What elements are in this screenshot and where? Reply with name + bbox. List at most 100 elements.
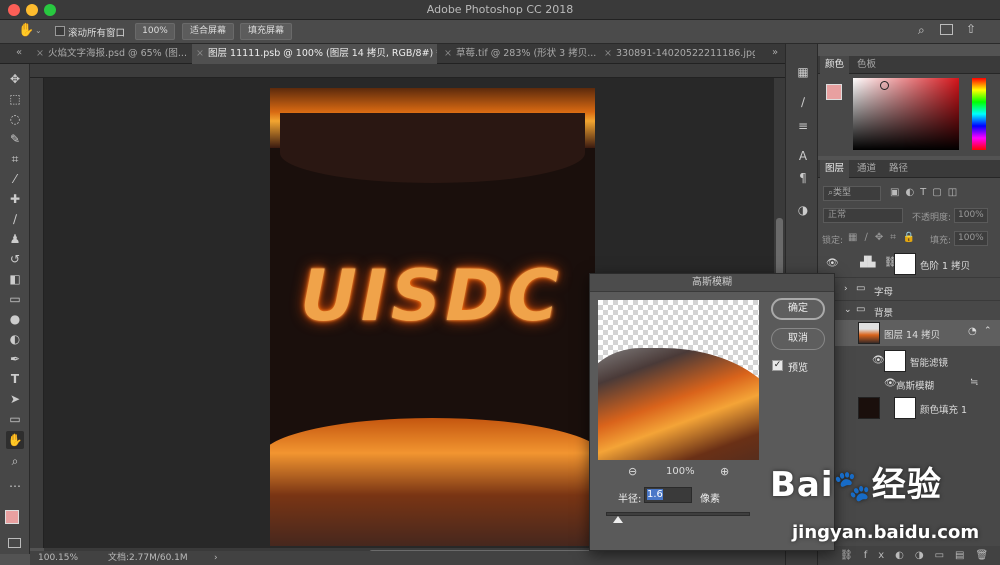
- close-tab-icon[interactable]: ×: [604, 44, 612, 64]
- layer-name: 背景: [874, 308, 894, 319]
- gaussian-blur-filter-row[interactable]: 👁 高斯模糊 ≒: [818, 375, 1000, 393]
- ok-button[interactable]: 确定: [771, 298, 825, 320]
- workspace-icon[interactable]: [940, 24, 953, 35]
- preview-label: 预览: [788, 363, 808, 374]
- layer-row-layer14-copy[interactable]: 图层 14 拷贝 ◔ ⌃: [818, 320, 1000, 346]
- tab-channels[interactable]: 通道: [852, 160, 881, 178]
- blend-mode-select[interactable]: 正常: [823, 208, 903, 223]
- adjustments-icon[interactable]: ≡: [794, 118, 812, 134]
- collapse-arrow-icon[interactable]: ⌃: [984, 326, 992, 336]
- history-panel-icon[interactable]: ▦: [794, 64, 812, 80]
- cancel-button[interactable]: 取消: [771, 328, 825, 350]
- zoom-tool-icon[interactable]: ⌕: [6, 452, 24, 470]
- eye-icon[interactable]: 👁: [872, 355, 885, 366]
- quick-mask-icon[interactable]: [8, 538, 21, 548]
- paragraph-panel-icon[interactable]: ¶: [794, 170, 812, 186]
- type-tool-icon[interactable]: T: [6, 370, 24, 388]
- brush-tool-icon[interactable]: ∕: [6, 210, 24, 228]
- eraser-tool-icon[interactable]: ◧: [6, 270, 24, 288]
- hand-tool-icon[interactable]: ✋: [6, 431, 24, 449]
- pen-tool-icon[interactable]: ✒: [6, 350, 24, 368]
- layer-footer-icons[interactable]: ⛓fx◐◑▭▤🗑: [840, 550, 999, 561]
- layer-mask-thumbnail[interactable]: [894, 253, 916, 275]
- opacity-input[interactable]: 100%: [954, 208, 988, 223]
- tab-paths[interactable]: 路径: [884, 160, 913, 178]
- layers-panel-tabs: 图层 通道 路径: [818, 160, 1000, 178]
- character-panel-icon[interactable]: A: [794, 148, 812, 164]
- radius-slider-track[interactable]: [606, 512, 750, 516]
- filter-preview[interactable]: [598, 300, 759, 460]
- history-brush-tool-icon[interactable]: ↺: [6, 250, 24, 268]
- status-menu-arrow[interactable]: ›: [214, 551, 218, 565]
- expand-arrow-icon[interactable]: ⌄: [844, 305, 852, 315]
- layer-filter-select[interactable]: ⌕类型: [823, 186, 881, 201]
- brush-settings-icon[interactable]: ∕: [794, 94, 812, 110]
- expand-arrow-icon[interactable]: ›: [844, 284, 848, 294]
- radius-input[interactable]: 1.6: [644, 487, 692, 503]
- scroll-all-checkbox[interactable]: [55, 26, 65, 36]
- filter-icons[interactable]: ▣◐T▢◫: [890, 187, 963, 198]
- crop-tool-icon[interactable]: ⌗: [6, 150, 24, 168]
- layer-row-color-fill[interactable]: › 颜色填充 1: [818, 394, 1000, 422]
- eye-icon[interactable]: 👁: [884, 378, 897, 389]
- foreground-color-swatch[interactable]: [5, 510, 19, 524]
- fill-color-thumbnail[interactable]: [858, 397, 880, 419]
- preview-checkbox[interactable]: ✓: [772, 360, 783, 371]
- marquee-tool-icon[interactable]: ⬚: [6, 90, 24, 108]
- lasso-tool-icon[interactable]: ◌: [6, 110, 24, 128]
- zoom-in-icon[interactable]: ⊕: [720, 465, 729, 478]
- layer-mask-thumbnail[interactable]: [894, 397, 916, 419]
- tab-document-3[interactable]: × 草莓.tif @ 283% (形状 3 拷贝...: [440, 44, 600, 64]
- fit-screen-button[interactable]: 适合屏幕: [182, 23, 234, 40]
- smart-object-thumbnail[interactable]: [858, 322, 880, 344]
- tab-layers[interactable]: 图层: [820, 160, 850, 178]
- zoom-level[interactable]: 100.15%: [38, 551, 78, 565]
- hand-tool-icon[interactable]: ✋: [18, 23, 34, 38]
- blur-tool-icon[interactable]: ●: [6, 310, 24, 328]
- tab-document-1[interactable]: × 火焰文字海报.psd @ 65% (图...: [32, 44, 192, 64]
- search-icon[interactable]: ⌕: [918, 23, 925, 38]
- close-tab-icon[interactable]: ×: [444, 44, 452, 64]
- tab-overflow-icon[interactable]: »: [772, 47, 778, 58]
- path-select-tool-icon[interactable]: ➤: [6, 390, 24, 408]
- move-tool-icon[interactable]: ✥: [6, 70, 24, 88]
- more-tools-icon[interactable]: …: [6, 474, 24, 492]
- color-picker-marker[interactable]: [880, 81, 889, 90]
- fill-screen-button[interactable]: 填充屏幕: [240, 23, 292, 40]
- eyedropper-tool-icon[interactable]: ⁄: [6, 170, 24, 188]
- layer-group-letters[interactable]: › ▭ 字母: [818, 279, 1000, 301]
- tab-swatches[interactable]: 色板: [852, 56, 881, 74]
- eye-icon[interactable]: 👁: [826, 258, 839, 269]
- zoom-100-button[interactable]: 100%: [135, 23, 175, 40]
- layer-group-background[interactable]: ⌄ ▭ 背景: [818, 302, 1000, 320]
- quick-select-tool-icon[interactable]: ✎: [6, 130, 24, 148]
- fill-input[interactable]: 100%: [954, 231, 988, 246]
- smart-filter-indicator-icon: ◔: [968, 326, 977, 337]
- hue-slider[interactable]: [972, 78, 986, 150]
- layer-row-levels[interactable]: 👁 ▟▙ ⛓ 色阶 1 拷贝: [818, 250, 1000, 278]
- fg-color-swatch[interactable]: [826, 84, 842, 100]
- color-field[interactable]: [853, 78, 959, 150]
- zoom-out-icon[interactable]: ⊖: [628, 465, 637, 478]
- layer-name: 智能滤镜: [910, 358, 949, 369]
- tab-document-4[interactable]: × 330891-14020522211186.jpg: [600, 44, 755, 64]
- healing-brush-tool-icon[interactable]: ✚: [6, 190, 24, 208]
- tab-color[interactable]: 颜色: [820, 56, 850, 74]
- clone-stamp-tool-icon[interactable]: ♟: [6, 230, 24, 248]
- navigator-icon[interactable]: ◑: [794, 202, 812, 218]
- close-tab-icon[interactable]: ×: [196, 44, 204, 64]
- chevron-down-icon[interactable]: ⌄: [35, 26, 42, 35]
- shape-tool-icon[interactable]: ▭: [6, 410, 24, 428]
- share-icon[interactable]: ⇧: [966, 22, 976, 36]
- radius-slider-thumb[interactable]: [613, 516, 624, 523]
- artboard-image[interactable]: UISDC: [270, 88, 595, 546]
- tab-collapse-icon[interactable]: «: [16, 47, 22, 58]
- dodge-tool-icon[interactable]: ◐: [6, 330, 24, 348]
- filter-options-icon[interactable]: ≒: [970, 377, 978, 388]
- filter-mask-thumbnail[interactable]: [884, 350, 906, 372]
- smart-filters-row[interactable]: 👁 智能滤镜: [818, 347, 1000, 375]
- lock-icons[interactable]: ▦∕✥⌗🔒: [848, 232, 922, 243]
- tab-document-2[interactable]: × 图层 11111.psb @ 100% (图层 14 拷贝, RGB/8#) …: [192, 44, 437, 64]
- close-tab-icon[interactable]: ×: [36, 44, 44, 64]
- gradient-tool-icon[interactable]: ▭: [6, 290, 24, 308]
